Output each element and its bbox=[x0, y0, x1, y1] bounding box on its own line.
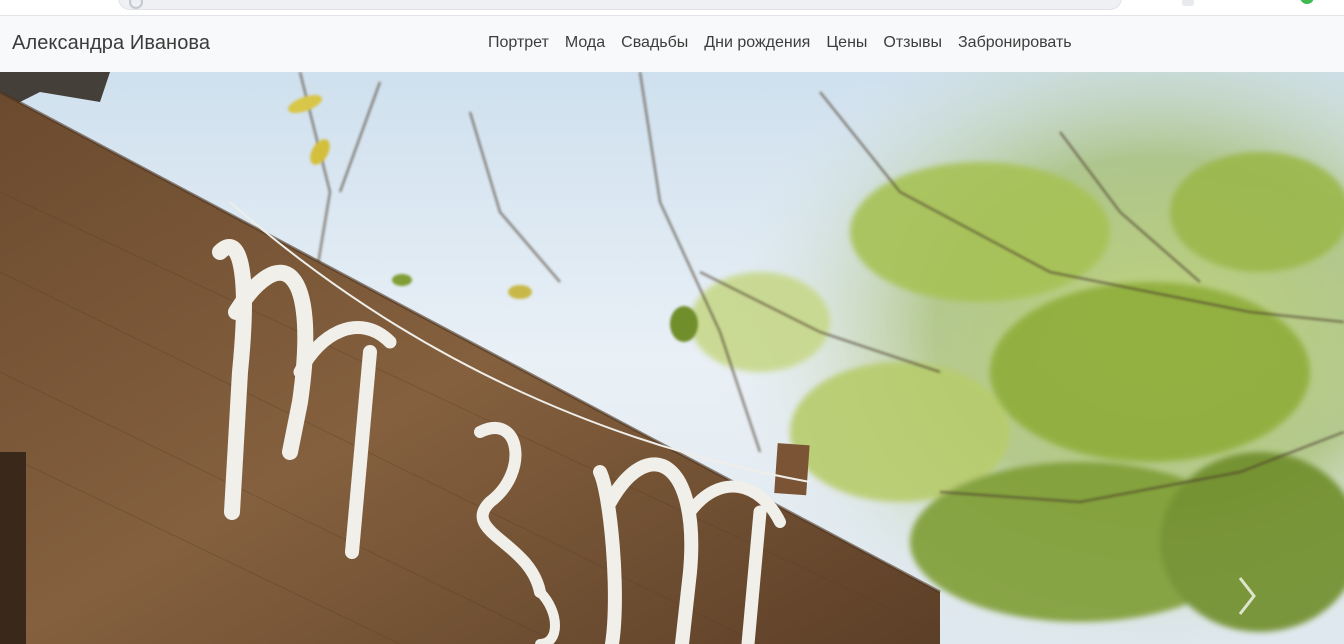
nav-item-birthdays[interactable]: Дни рождения bbox=[696, 33, 818, 53]
nav-item-reviews[interactable]: Отзывы bbox=[875, 33, 950, 53]
site-brand[interactable]: Александра Иванова bbox=[12, 32, 210, 55]
address-bar[interactable] bbox=[118, 0, 1122, 10]
nav-item-portrait[interactable]: Портрет bbox=[480, 33, 557, 53]
carousel-next-button[interactable] bbox=[1226, 566, 1266, 626]
main-nav: Портрет Мода Свадьбы Дни рождения Цены О… bbox=[480, 33, 1080, 53]
hero-carousel bbox=[0, 72, 1344, 644]
site-header: Александра Иванова Портрет Мода Свадьбы … bbox=[0, 16, 1344, 72]
hero-image bbox=[0, 72, 1344, 644]
nav-item-prices[interactable]: Цены bbox=[818, 33, 875, 53]
nav-item-weddings[interactable]: Свадьбы bbox=[613, 33, 696, 53]
nav-item-fashion[interactable]: Мода bbox=[557, 33, 613, 53]
nav-item-booking[interactable]: Забронировать bbox=[950, 33, 1080, 53]
search-icon bbox=[129, 0, 143, 9]
extension-icon[interactable] bbox=[1182, 0, 1194, 6]
status-dot-icon bbox=[1300, 0, 1314, 4]
chevron-right-icon bbox=[1238, 577, 1256, 615]
browser-toolbar bbox=[0, 0, 1344, 16]
